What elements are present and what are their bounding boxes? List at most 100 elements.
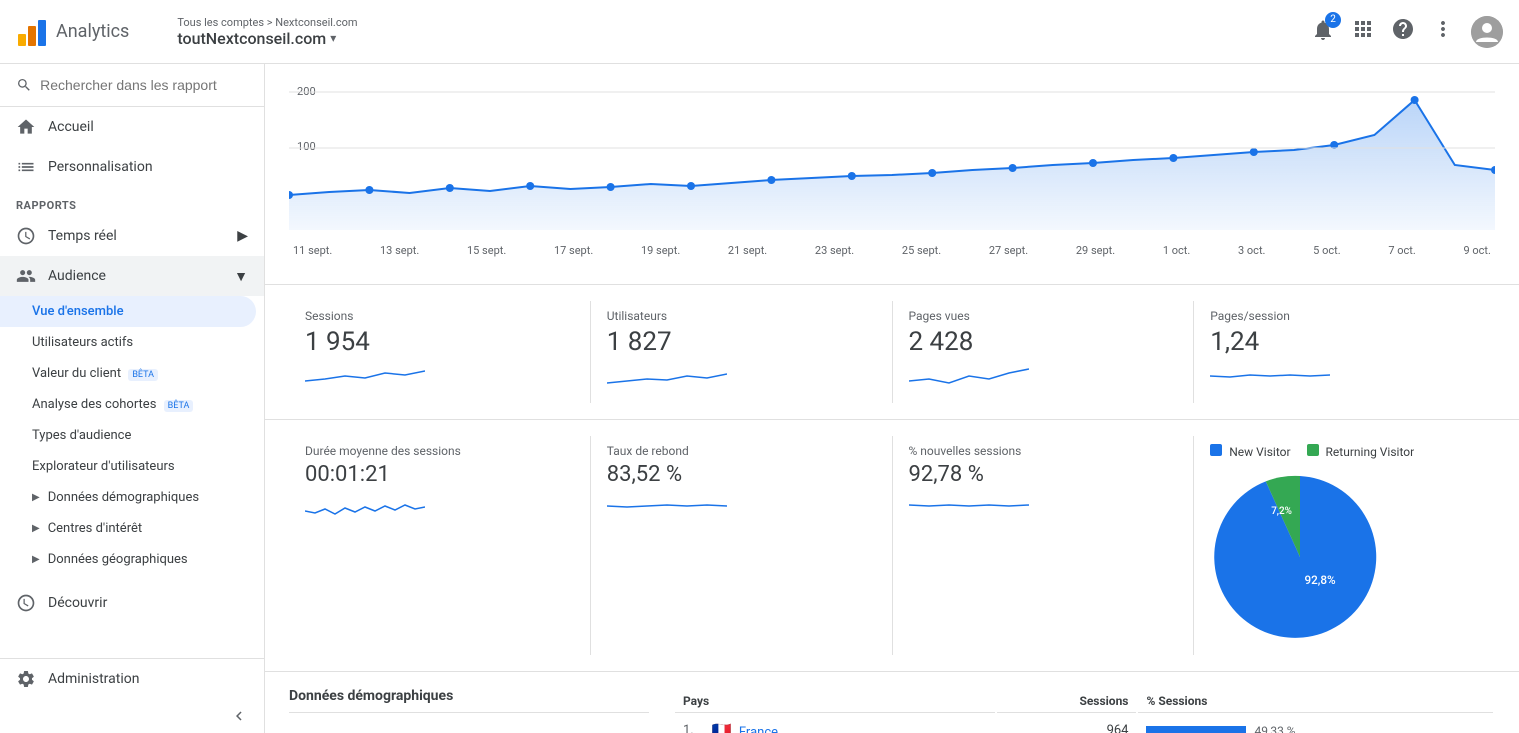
search-icon: [16, 76, 32, 94]
stat-pages-session: Pages/session 1,24: [1194, 301, 1495, 403]
sidebar-item-accueil[interactable]: Accueil: [0, 107, 264, 147]
stat-pages-vues-label: Pages vues: [909, 309, 1178, 323]
stat-duree: Durée moyenne des sessions 00:01:21: [289, 436, 591, 655]
centres-interet-arrow: ▶: [32, 523, 40, 534]
help-button[interactable]: [1391, 17, 1415, 46]
search-bar[interactable]: [0, 64, 264, 107]
main-content: 200 100 11 sept. 13 sept. 15 sept. 17 se…: [265, 64, 1519, 733]
sidebar-sub-explorateur[interactable]: Explorateur d'utilisateurs: [0, 451, 264, 482]
header-icons: 2: [1311, 16, 1503, 48]
top-header: Analytics Tous les comptes > Nextconseil…: [0, 0, 1519, 64]
sidebar-item-decouvrir[interactable]: Découvrir: [0, 583, 264, 623]
country-name-cell: 🇫🇷 France: [704, 715, 995, 733]
home-icon: [16, 117, 36, 137]
audience-icon: [16, 266, 36, 286]
stat-sessions: Sessions 1 954: [289, 301, 591, 403]
analytics-logo: [16, 16, 48, 48]
pie-chart: 92,8% 7,2%: [1210, 467, 1390, 647]
logo-area: Analytics: [16, 16, 129, 48]
notifications-button[interactable]: 2: [1311, 18, 1335, 46]
more-vert-icon: [1431, 17, 1455, 41]
sidebar-bottom: Administration: [0, 658, 264, 733]
account-info: Tous les comptes > Nextconseil.com toutN…: [177, 16, 357, 48]
rapports-section-label: RAPPORTS: [0, 187, 264, 216]
demo-item-langue[interactable]: Langue: [289, 725, 649, 733]
stat-pages-vues-value: 2 428: [909, 327, 1178, 357]
sidebar-sub-utilisateurs-actifs[interactable]: Utilisateurs actifs: [0, 327, 264, 358]
sidebar-item-audience[interactable]: Audience ▼: [0, 256, 264, 296]
pie-legend: New Visitor Returning Visitor: [1210, 444, 1414, 459]
returning-visitor-label: Returning Visitor: [1326, 445, 1415, 459]
stat-utilisateurs-label: Utilisateurs: [607, 309, 876, 323]
sidebar-sub-valeur-client[interactable]: Valeur du client BÊTA: [0, 358, 264, 389]
help-icon: [1391, 17, 1415, 41]
new-visitor-dot: [1210, 444, 1222, 456]
stat-duree-label: Durée moyenne des sessions: [305, 444, 574, 458]
table-row: 1. 🇫🇷 France 964 49,33 %: [675, 715, 1493, 733]
stat-sessions-label: Sessions: [305, 309, 574, 323]
sidebar-sub-centres-interet[interactable]: ▶ Centres d'intérêt: [0, 513, 264, 544]
stat-nouvelles-sessions-label: % nouvelles sessions: [909, 444, 1178, 458]
sidebar-sub-types-audience[interactable]: Types d'audience: [0, 420, 264, 451]
account-dropdown-arrow: ▾: [330, 31, 336, 45]
pays-header: Pays: [675, 690, 995, 713]
sidebar-collapse-button[interactable]: [0, 699, 264, 733]
beta-badge-cohortes: BÊTA: [164, 400, 194, 412]
sidebar-sub-vue-ensemble[interactable]: Vue d'ensemble: [0, 296, 256, 327]
sessions-header: Sessions: [997, 690, 1137, 713]
donnees-demo-arrow: ▶: [32, 492, 40, 503]
settings-icon: [16, 669, 36, 689]
sidebar-sub-analyse-cohortes[interactable]: Analyse des cohortes BÊTA: [0, 389, 264, 420]
country-table-header: Pays Sessions % Sessions: [675, 690, 1493, 713]
svg-text:7,2%: 7,2%: [1271, 506, 1292, 517]
svg-text:92,8%: 92,8%: [1305, 573, 1337, 587]
stat-rebond-value: 83,52 %: [607, 462, 876, 487]
collapse-icon: [230, 707, 248, 725]
grid-icon: [1351, 17, 1375, 41]
nouvelles-sessions-sparkline: [909, 491, 1029, 521]
pages-vues-sparkline: [909, 361, 1029, 391]
stat-duree-value: 00:01:21: [305, 462, 574, 487]
audience-collapse-arrow: ▼: [234, 268, 248, 285]
sessions-chart: 200 100: [289, 80, 1495, 240]
sidebar-sub-donnees-geo[interactable]: ▶ Données géographiques: [0, 544, 264, 575]
stat-rebond-label: Taux de rebond: [607, 444, 876, 458]
bar-cell: 49,33 %: [1146, 724, 1485, 733]
donnees-geo-arrow: ▶: [32, 554, 40, 565]
sessions-sparkline: [305, 361, 425, 391]
account-name-dropdown[interactable]: toutNextconseil.com ▾: [177, 29, 357, 48]
pages-session-sparkline: [1210, 361, 1330, 391]
country-num: 1.: [675, 715, 702, 733]
stat-utilisateurs: Utilisateurs 1 827: [591, 301, 893, 403]
user-avatar[interactable]: [1471, 16, 1503, 48]
chart-area: 200 100 11 sept. 13 sept. 15 sept. 17 se…: [265, 64, 1519, 284]
stats-row: Sessions 1 954 Utilisateurs 1 827 Pages …: [265, 284, 1519, 420]
notification-badge: 2: [1325, 12, 1341, 28]
sidebar-item-personnalisation[interactable]: Personnalisation: [0, 147, 264, 187]
bottom-section: Données démographiques Langue Pays ▶ Vil…: [265, 672, 1519, 733]
pct-value: 49,33 %: [1254, 724, 1295, 733]
stat-nouvelles-sessions-value: 92,78 %: [909, 462, 1178, 487]
utilisateurs-sparkline: [607, 361, 727, 391]
pct-sessions-header: % Sessions: [1138, 690, 1493, 713]
stat-empty: New Visitor Returning Visitor: [1194, 436, 1495, 655]
app-title: Analytics: [56, 21, 129, 42]
stat-sessions-value: 1 954: [305, 327, 574, 357]
apps-button[interactable]: [1351, 17, 1375, 46]
account-breadcrumb: Tous les comptes > Nextconseil.com: [177, 16, 357, 29]
demo-panel: Données démographiques Langue Pays ▶ Vil…: [289, 688, 649, 733]
sidebar-sub-donnees-demo[interactable]: ▶ Données démographiques: [0, 482, 264, 513]
avatar-image: [1471, 16, 1503, 48]
more-options-button[interactable]: [1431, 17, 1455, 46]
stat-pages-session-label: Pages/session: [1210, 309, 1479, 323]
temps-reel-expand-arrow: ▶: [237, 228, 248, 244]
bar-fill: [1146, 726, 1246, 733]
returning-visitor-dot: [1307, 444, 1319, 456]
new-visitor-label: New Visitor: [1229, 445, 1290, 459]
demo-title: Données démographiques: [289, 688, 649, 713]
sidebar-item-administration[interactable]: Administration: [0, 659, 264, 699]
sidebar-item-temps-reel[interactable]: Temps réel ▶: [0, 216, 264, 256]
search-input[interactable]: [40, 77, 248, 93]
country-name[interactable]: France: [739, 725, 778, 733]
personalisation-icon: [16, 157, 36, 177]
